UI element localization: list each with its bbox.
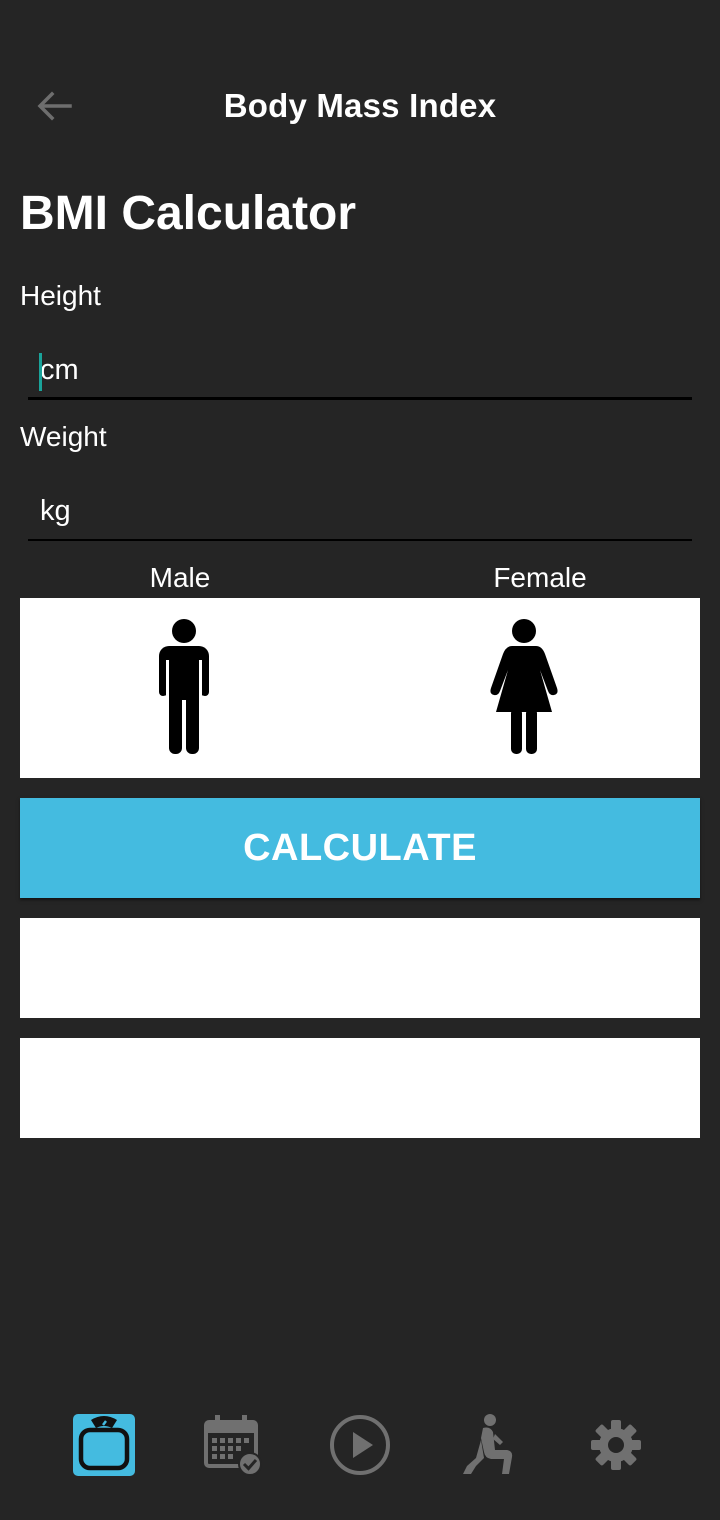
nav-item-bmi[interactable] <box>69 1410 139 1480</box>
gender-selector <box>20 598 700 778</box>
female-label: Female <box>493 562 587 593</box>
text-caret <box>39 353 42 391</box>
nav-item-history[interactable] <box>196 1410 266 1480</box>
female-icon <box>490 619 558 754</box>
weight-label: Weight <box>20 421 107 452</box>
exercise-icon <box>463 1414 513 1474</box>
nav-item-video[interactable] <box>325 1410 395 1480</box>
weight-field <box>28 481 692 541</box>
bottom-navigation <box>0 1400 720 1490</box>
bmi-screen: Body Mass Index BMI Calculator Height We… <box>0 0 720 1520</box>
result-box <box>20 918 700 1018</box>
height-field <box>28 340 692 400</box>
screen-title: Body Mass Index <box>223 87 497 124</box>
nav-item-settings[interactable] <box>581 1410 651 1480</box>
height-underline <box>28 397 692 400</box>
gear-icon <box>591 1420 641 1470</box>
result-category-box <box>20 1038 700 1138</box>
top-app-bar: Body Mass Index <box>0 60 720 150</box>
calendar-check-icon <box>204 1415 262 1476</box>
weight-underline <box>28 539 692 541</box>
nav-item-exercise[interactable] <box>453 1410 523 1480</box>
play-circle-icon <box>330 1415 390 1475</box>
height-input[interactable] <box>28 340 692 400</box>
scale-icon <box>73 1414 135 1476</box>
female-option[interactable] <box>360 598 700 778</box>
page-title: BMI Calculator <box>20 187 357 240</box>
male-icon <box>159 619 209 754</box>
male-label: Male <box>149 562 211 593</box>
weight-input[interactable] <box>28 481 692 541</box>
male-option[interactable] <box>20 598 360 778</box>
calculate-button[interactable]: CALCULATE <box>20 798 700 898</box>
height-label: Height <box>20 280 101 311</box>
